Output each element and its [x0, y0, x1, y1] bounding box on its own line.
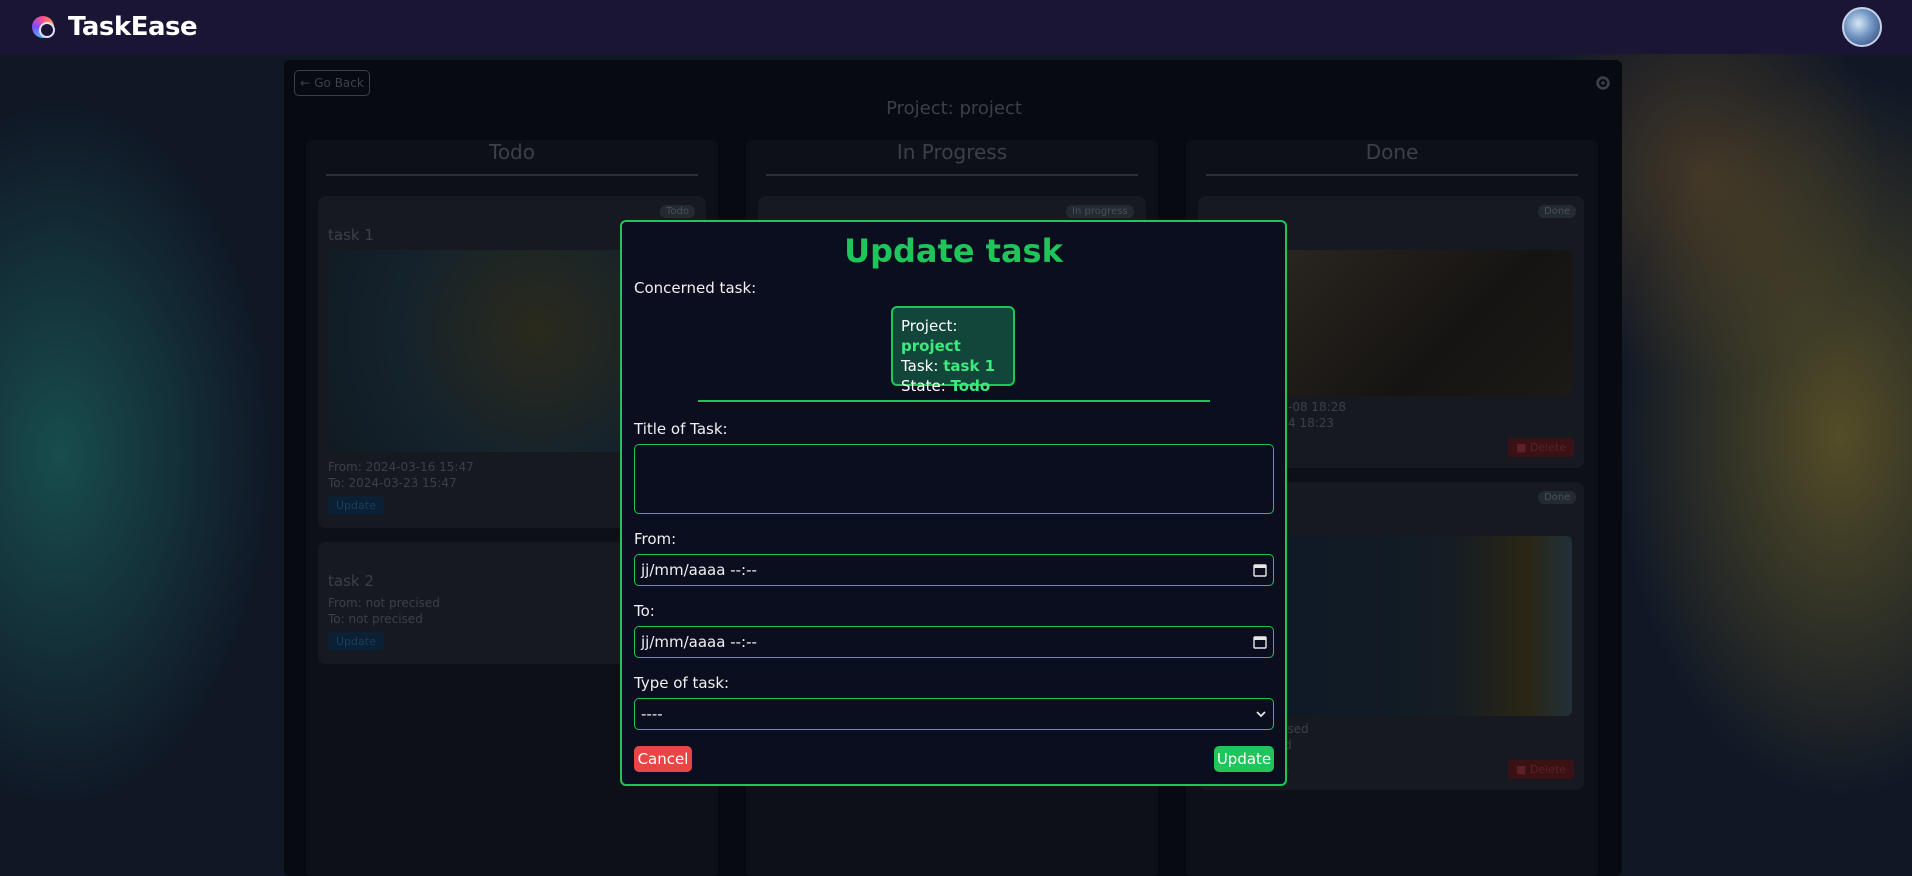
project-title: Project: project — [886, 98, 1022, 119]
info-task-label: Task: — [901, 357, 939, 375]
go-back-label: Go Back — [314, 76, 364, 90]
cancel-button[interactable]: Cancel — [634, 746, 692, 772]
concerned-task-info: Project: project Task: task 1 State: Tod… — [891, 306, 1015, 395]
task-card-to: To: not precised — [328, 612, 423, 626]
top-navbar: TaskEase — [0, 0, 1912, 54]
task-card-from: From: not precised — [328, 596, 440, 610]
type-of-task-label: Type of task: — [634, 674, 730, 692]
column-divider — [766, 174, 1138, 176]
modal-title: Update task — [844, 232, 1063, 270]
calendar-icon[interactable] — [1253, 563, 1267, 577]
to-datetime-value: jj/mm/aaaa --:-- — [641, 633, 757, 651]
from-label: From: — [634, 530, 677, 548]
concerned-task-label: Concerned task: — [634, 279, 757, 297]
info-project-value: project — [901, 337, 961, 355]
task-card-from: ised — [1284, 722, 1309, 736]
task-card-to: To: 2024-03-23 15:47 — [328, 476, 457, 490]
task-update-button[interactable]: Update — [328, 496, 384, 515]
task-card-image — [328, 250, 628, 452]
update-task-modal: Update task Concerned task: Project: pro… — [620, 220, 1287, 786]
task-card-image — [1272, 536, 1572, 716]
to-label: To: — [634, 602, 655, 620]
task-delete-button[interactable]: ■ Delete — [1508, 760, 1575, 779]
arrow-left-icon: ← — [300, 76, 311, 90]
task-card-from: From: 2024-03-16 15:47 — [328, 460, 474, 474]
task-card-title: task 2 — [328, 572, 374, 590]
modal-divider — [698, 400, 1210, 402]
task-card-title: task 1 — [328, 226, 374, 244]
trash-icon: ■ — [1516, 441, 1530, 454]
app-name: TaskEase — [68, 12, 198, 42]
gear-icon[interactable] — [1594, 74, 1612, 92]
info-state-value: Todo — [950, 377, 991, 395]
column-title-todo: Todo — [489, 140, 535, 164]
status-badge: Done — [1538, 205, 1577, 218]
task-card-to: 4 18:23 — [1288, 416, 1335, 430]
task-type-select[interactable]: ---- — [634, 698, 1274, 730]
status-badge: In progress — [1066, 205, 1134, 218]
app-logo-icon — [30, 12, 60, 42]
to-datetime-input[interactable]: jj/mm/aaaa --:-- — [634, 626, 1274, 658]
column-title-in-progress: In Progress — [896, 140, 1008, 164]
title-of-task-label: Title of Task: — [634, 420, 728, 438]
status-badge: Todo — [660, 205, 695, 218]
task-delete-button[interactable]: ■ Delete — [1508, 438, 1575, 457]
task-card-from: -08 18:28 — [1288, 400, 1346, 414]
column-divider — [326, 174, 698, 176]
task-delete-label: Delete — [1529, 441, 1567, 454]
brand[interactable]: TaskEase — [30, 12, 198, 42]
status-badge: Done — [1538, 491, 1577, 504]
task-card-image — [1272, 250, 1572, 396]
info-task-value: task 1 — [943, 357, 996, 375]
column-divider — [1206, 174, 1578, 176]
from-datetime-input[interactable]: jj/mm/aaaa --:-- — [634, 554, 1274, 586]
update-button[interactable]: Update — [1214, 746, 1274, 772]
task-update-button[interactable]: Update — [328, 632, 384, 651]
user-avatar[interactable] — [1842, 7, 1882, 47]
from-datetime-value: jj/mm/aaaa --:-- — [641, 561, 757, 579]
go-back-button[interactable]: ← Go Back — [294, 70, 370, 96]
column-title-done: Done — [1365, 140, 1419, 164]
calendar-icon[interactable] — [1253, 635, 1267, 649]
trash-icon: ■ — [1516, 763, 1530, 776]
task-delete-label: Delete — [1529, 763, 1567, 776]
chevron-down-icon — [1256, 711, 1266, 718]
task-title-input[interactable] — [634, 444, 1274, 514]
info-state-label: State: — [901, 377, 946, 395]
info-project-label: Project: — [901, 317, 958, 335]
task-type-value: ---- — [641, 705, 663, 723]
